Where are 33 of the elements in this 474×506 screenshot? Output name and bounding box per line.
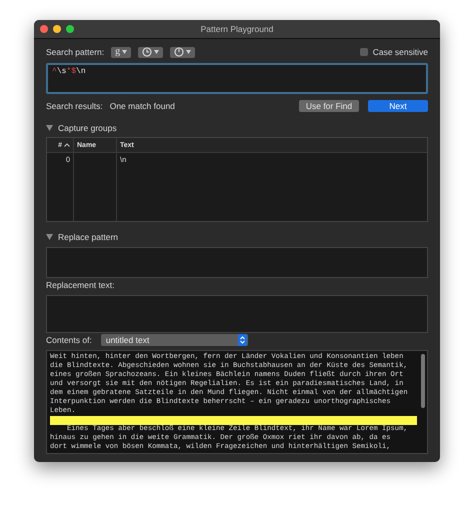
search-results-label: Search results:: [46, 101, 103, 111]
search-pattern-label: Search pattern:: [46, 47, 104, 57]
syntax-popup[interactable]: g: [111, 46, 132, 58]
minimize-button[interactable]: [53, 25, 61, 33]
replacement-text-field[interactable]: [46, 295, 428, 333]
contents-source-dropdown[interactable]: untitled text: [100, 334, 248, 346]
caret-icon: [122, 50, 128, 54]
scrollbar-thumb[interactable]: [421, 354, 425, 408]
clock-icon: [142, 47, 152, 57]
capture-groups-label: Capture groups: [58, 123, 117, 133]
dial-icon: [174, 47, 184, 57]
caret-icon: [154, 50, 160, 54]
sort-chevron-icon: [64, 143, 70, 147]
contents-of-label: Contents of:: [46, 335, 92, 345]
history-popup[interactable]: [138, 46, 164, 58]
options-popup[interactable]: [170, 46, 196, 58]
case-sensitive-label: Case sensitive: [372, 47, 428, 57]
window-title: Pattern Playground: [200, 24, 274, 34]
next-button[interactable]: Next: [368, 100, 428, 112]
replacement-text-label: Replacement text:: [46, 280, 115, 290]
search-pattern-field[interactable]: ^\s*$\n: [46, 63, 428, 94]
close-button[interactable]: [40, 25, 48, 33]
caret-icon: [186, 50, 192, 54]
replace-pattern-field[interactable]: [46, 247, 428, 278]
replace-pattern-label: Replace pattern: [58, 232, 118, 242]
disclosure-triangle-icon[interactable]: [46, 125, 53, 131]
zoom-button[interactable]: [66, 25, 74, 33]
case-sensitive-checkbox[interactable]: [360, 48, 368, 56]
search-results-value: One match found: [110, 101, 175, 111]
text-view[interactable]: [46, 350, 428, 454]
disclosure-triangle-icon[interactable]: [46, 234, 53, 240]
use-for-find-button[interactable]: Use for Find: [299, 100, 359, 112]
stepper-arrows-icon: [238, 334, 247, 346]
